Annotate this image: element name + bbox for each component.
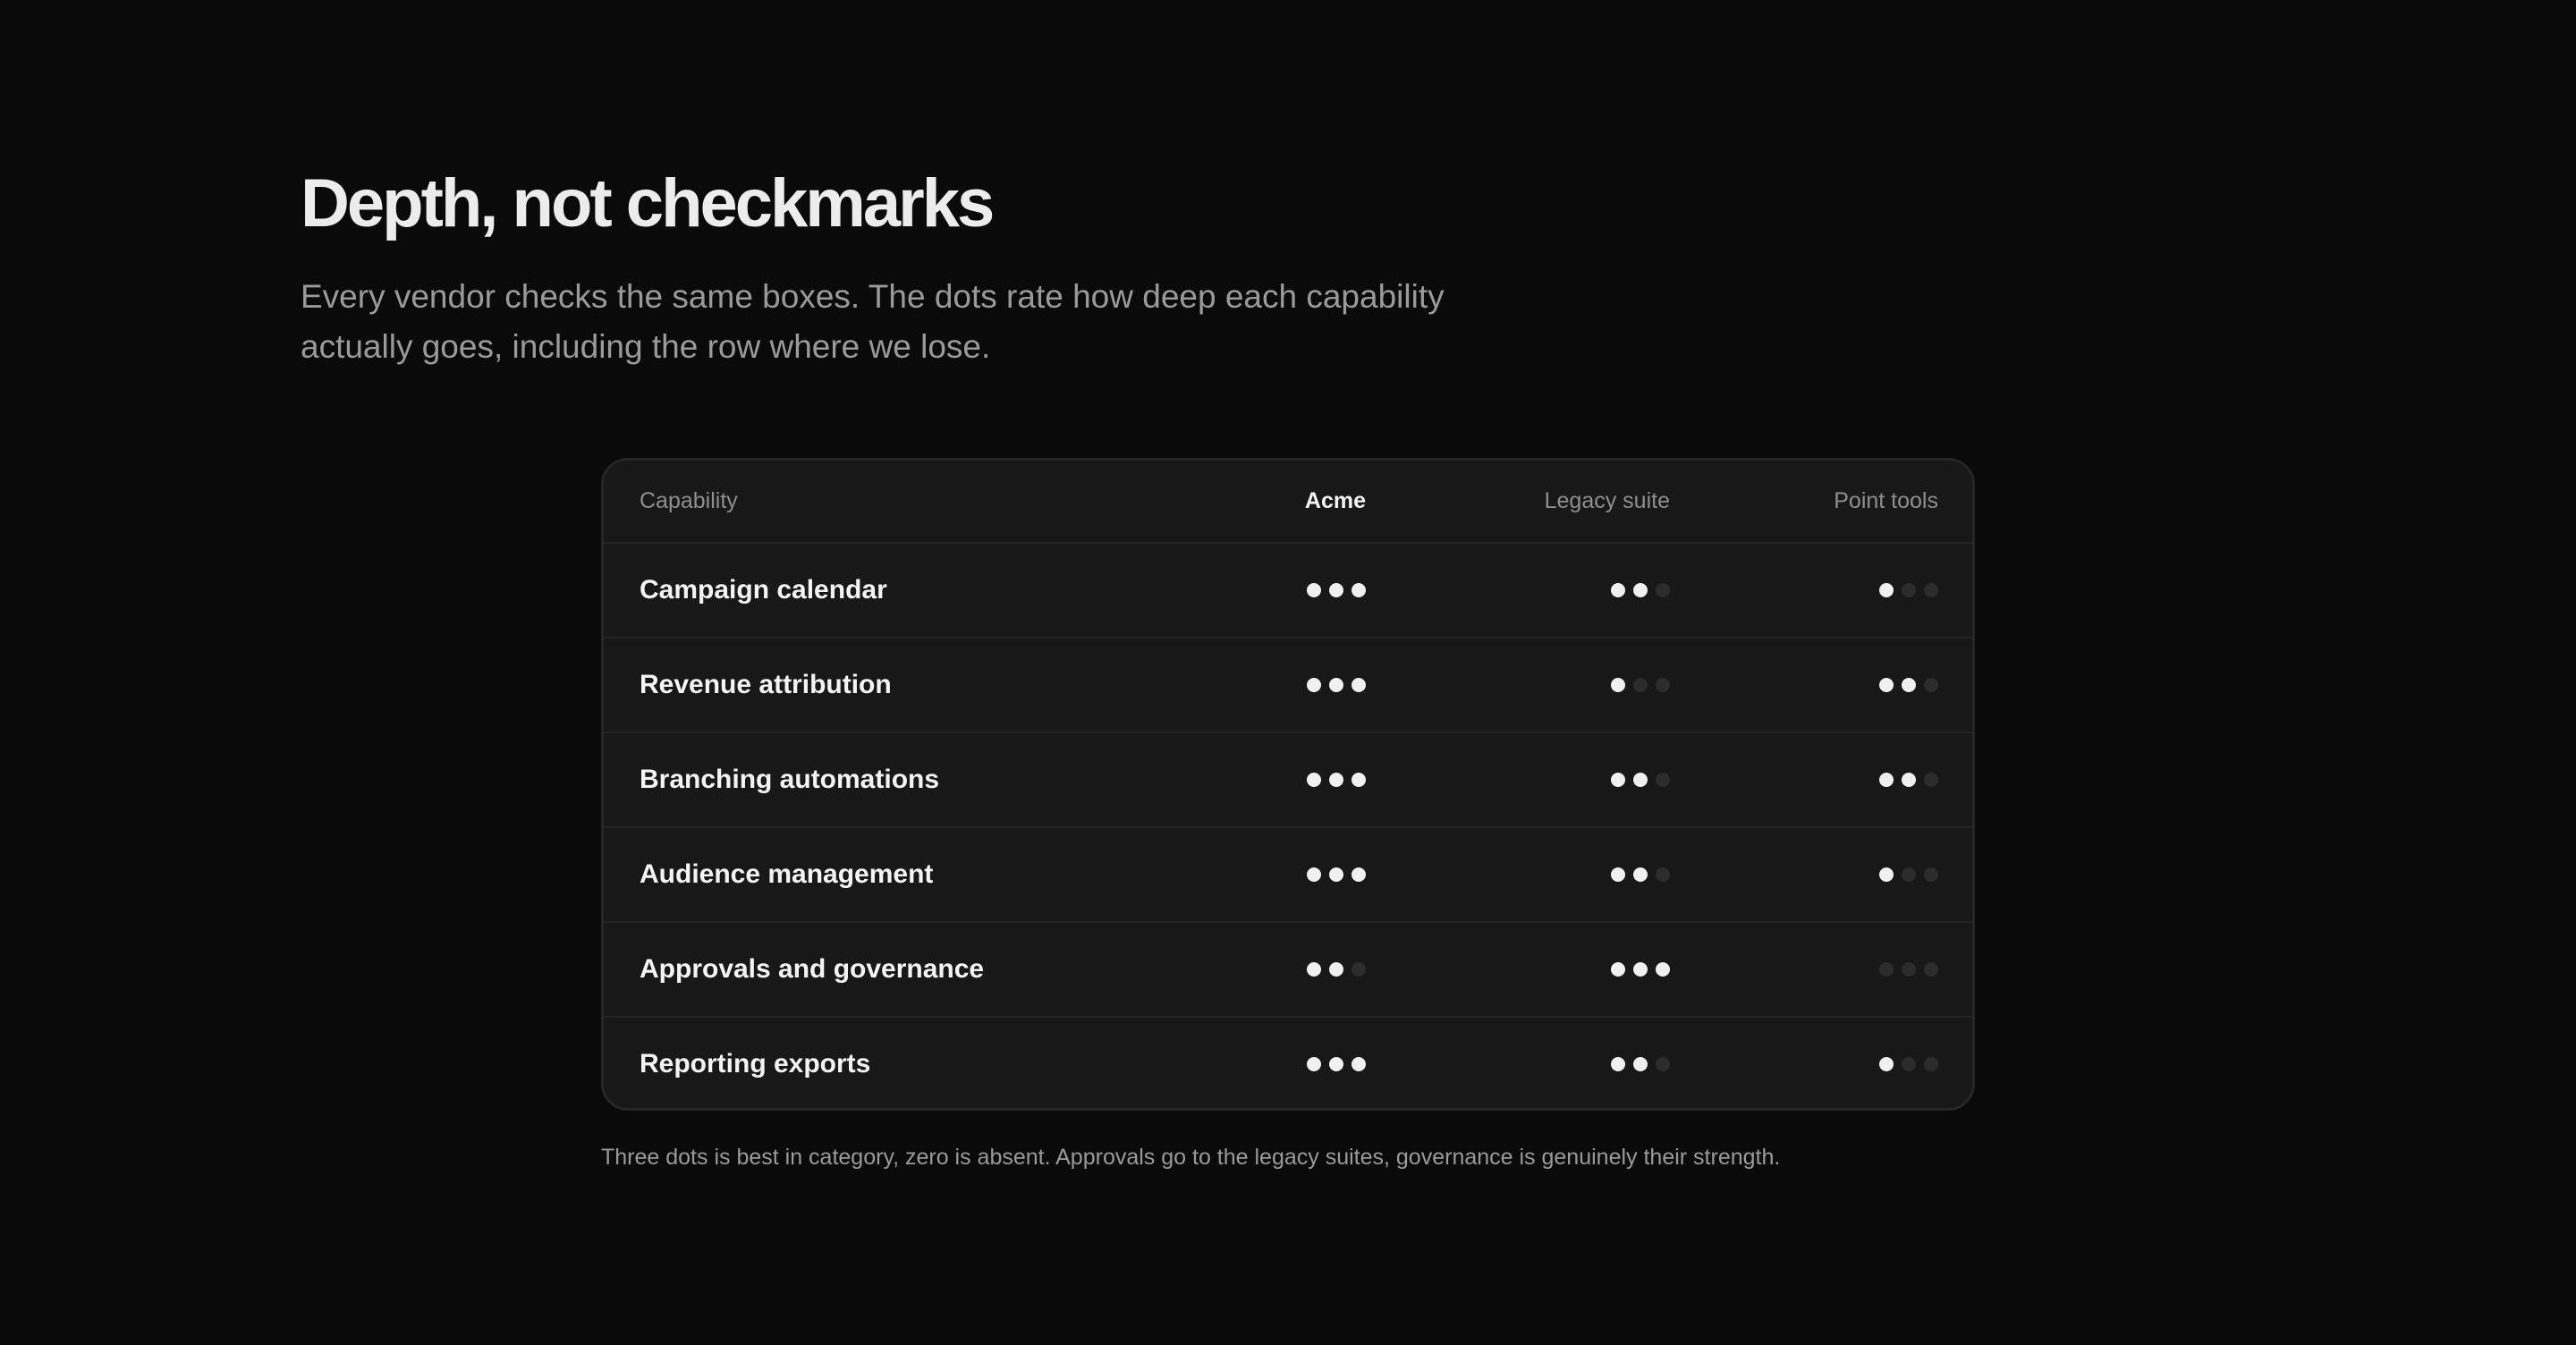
rating-dot-empty <box>1902 1057 1916 1071</box>
rating-dot-filled <box>1611 678 1625 692</box>
column-header-point-tools: Point tools <box>1834 488 1938 513</box>
rating-dot-filled <box>1879 678 1894 692</box>
rating-dot-filled <box>1307 773 1321 787</box>
point-rating <box>1879 583 1938 597</box>
legacy-rating <box>1611 678 1670 692</box>
point-rating <box>1879 867 1938 882</box>
rating-dot-empty <box>1924 678 1938 692</box>
point-rating <box>1879 678 1938 692</box>
rating-dot-filled <box>1633 773 1648 787</box>
point-rating <box>1879 773 1938 787</box>
rating-dot-filled <box>1329 1057 1343 1071</box>
rating-dot-filled <box>1902 678 1916 692</box>
table-row: Reporting exports <box>604 1016 1972 1108</box>
rating-dot-empty <box>1656 867 1670 882</box>
rating-dot-empty <box>1902 867 1916 882</box>
rating-dot-filled <box>1352 1057 1366 1071</box>
legacy-rating <box>1611 1057 1670 1071</box>
column-header-acme: Acme <box>1304 488 1366 513</box>
rating-dot-filled <box>1633 962 1648 977</box>
capability-label: Reporting exports <box>640 1049 871 1079</box>
acme-rating <box>1307 773 1366 787</box>
capability-label: Approvals and governance <box>640 954 985 984</box>
rating-dot-filled <box>1329 867 1343 882</box>
rating-dot-filled <box>1611 773 1625 787</box>
point-rating <box>1879 1057 1938 1071</box>
rating-dot-filled <box>1879 1057 1894 1071</box>
rating-dot-filled <box>1352 583 1366 597</box>
comparison-table: Capability Acme Legacy suite Point tools… <box>601 458 1975 1111</box>
acme-rating <box>1307 962 1366 977</box>
rating-dot-filled <box>1307 1057 1321 1071</box>
rating-dot-filled <box>1352 773 1366 787</box>
table-body: Campaign calendar Revenue attribution Bran… <box>604 542 1972 1108</box>
rating-dot-filled <box>1902 773 1916 787</box>
rating-dot-filled <box>1329 773 1343 787</box>
table-row: Campaign calendar <box>604 542 1972 637</box>
rating-dot-filled <box>1329 583 1343 597</box>
capability-label: Branching automations <box>640 765 940 794</box>
rating-dot-filled <box>1879 583 1894 597</box>
rating-dot-empty <box>1656 678 1670 692</box>
rating-dot-empty <box>1879 962 1894 977</box>
table-row: Branching automations <box>604 732 1972 826</box>
rating-dot-filled <box>1633 1057 1648 1071</box>
rating-dot-filled <box>1879 773 1894 787</box>
rating-dot-filled <box>1307 962 1321 977</box>
page-subtitle: Every vendor checks the same boxes. The … <box>301 278 1445 365</box>
table-row: Revenue attribution <box>604 637 1972 732</box>
rating-dot-empty <box>1633 678 1648 692</box>
legacy-rating <box>1611 867 1670 882</box>
rating-dot-empty <box>1902 583 1916 597</box>
acme-rating <box>1307 867 1366 882</box>
rating-dot-filled <box>1656 962 1670 977</box>
rating-dot-empty <box>1656 1057 1670 1071</box>
capability-label: Audience management <box>640 859 934 889</box>
rating-dot-filled <box>1329 962 1343 977</box>
legacy-rating <box>1611 962 1670 977</box>
rating-dot-filled <box>1352 678 1366 692</box>
table-footnote: Three dots is best in category, zero is … <box>601 1145 1781 1170</box>
rating-dot-filled <box>1611 1057 1625 1071</box>
rating-dot-empty <box>1902 962 1916 977</box>
column-header-capability: Capability <box>640 488 738 513</box>
rating-dot-filled <box>1879 867 1894 882</box>
legacy-rating <box>1611 773 1670 787</box>
table-header-row: Capability Acme Legacy suite Point tools <box>604 461 1972 542</box>
rating-dot-empty <box>1352 962 1366 977</box>
rating-dot-empty <box>1656 773 1670 787</box>
column-header-legacy-suite: Legacy suite <box>1544 488 1670 513</box>
rating-dot-filled <box>1611 962 1625 977</box>
rating-dot-filled <box>1307 867 1321 882</box>
rating-dot-filled <box>1329 678 1343 692</box>
rating-dot-filled <box>1307 583 1321 597</box>
rating-dot-filled <box>1633 583 1648 597</box>
rating-dot-empty <box>1924 962 1938 977</box>
point-rating <box>1879 962 1938 977</box>
rating-dot-empty <box>1924 583 1938 597</box>
rating-dot-filled <box>1611 867 1625 882</box>
table-row: Audience management <box>604 826 1972 921</box>
rating-dot-filled <box>1307 678 1321 692</box>
rating-dot-empty <box>1924 1057 1938 1071</box>
capability-label: Revenue attribution <box>640 670 892 699</box>
legacy-rating <box>1611 583 1670 597</box>
table-row: Approvals and governance <box>604 921 1972 1016</box>
rating-dot-empty <box>1924 773 1938 787</box>
acme-rating <box>1307 678 1366 692</box>
capability-label: Campaign calendar <box>640 575 887 605</box>
rating-dot-filled <box>1611 583 1625 597</box>
rating-dot-filled <box>1352 867 1366 882</box>
rating-dot-empty <box>1656 583 1670 597</box>
page-title: Depth, not checkmarks <box>301 165 995 241</box>
rating-dot-filled <box>1633 867 1648 882</box>
acme-rating <box>1307 1057 1366 1071</box>
acme-rating <box>1307 583 1366 597</box>
rating-dot-empty <box>1924 867 1938 882</box>
